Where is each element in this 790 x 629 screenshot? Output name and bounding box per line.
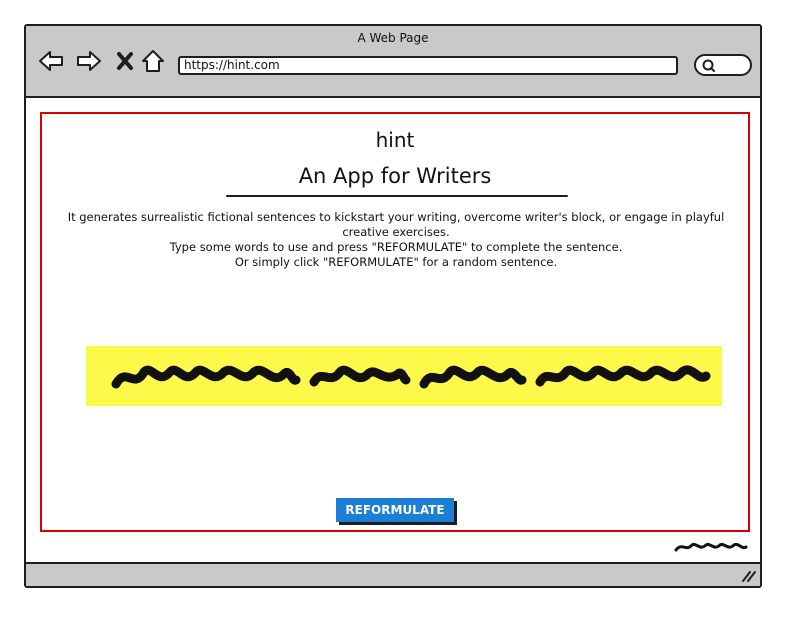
app-tagline: An App for Writers bbox=[298, 164, 492, 188]
description-line: It generates surrealistic fictional sent… bbox=[67, 210, 725, 239]
browser-window: A Web Page https://hint.com hint An App … bbox=[24, 24, 762, 588]
description-line: Type some words to use and press "REFORM… bbox=[169, 240, 623, 254]
reformulate-button[interactable]: REFORMULATE bbox=[336, 498, 454, 522]
status-bar bbox=[26, 562, 760, 586]
tagline-divider bbox=[226, 195, 568, 197]
search-icon bbox=[702, 59, 715, 72]
browser-titlebar: A Web Page https://hint.com bbox=[26, 26, 760, 98]
close-icon[interactable] bbox=[112, 48, 138, 74]
address-bar[interactable]: https://hint.com bbox=[178, 56, 678, 75]
description-line: Or simply click "REFORMULATE" for a rand… bbox=[234, 255, 558, 269]
app-name: hint bbox=[375, 128, 415, 152]
resize-grip-icon[interactable] bbox=[740, 568, 756, 582]
home-icon[interactable] bbox=[140, 48, 166, 74]
page-root: A Web Page https://hint.com hint An App … bbox=[0, 0, 790, 629]
window-title: A Web Page bbox=[357, 31, 429, 45]
back-arrow-icon[interactable] bbox=[38, 48, 64, 74]
footer-scribble bbox=[674, 542, 748, 552]
app-description: It generates surrealistic fictional sent… bbox=[60, 210, 732, 270]
app-container: hint An App for Writers It generates sur… bbox=[40, 112, 750, 532]
generated-sentence-box[interactable] bbox=[86, 346, 722, 406]
search-button[interactable] bbox=[694, 54, 752, 76]
forward-arrow-icon[interactable] bbox=[76, 48, 102, 74]
sentence-scribble bbox=[111, 365, 711, 389]
